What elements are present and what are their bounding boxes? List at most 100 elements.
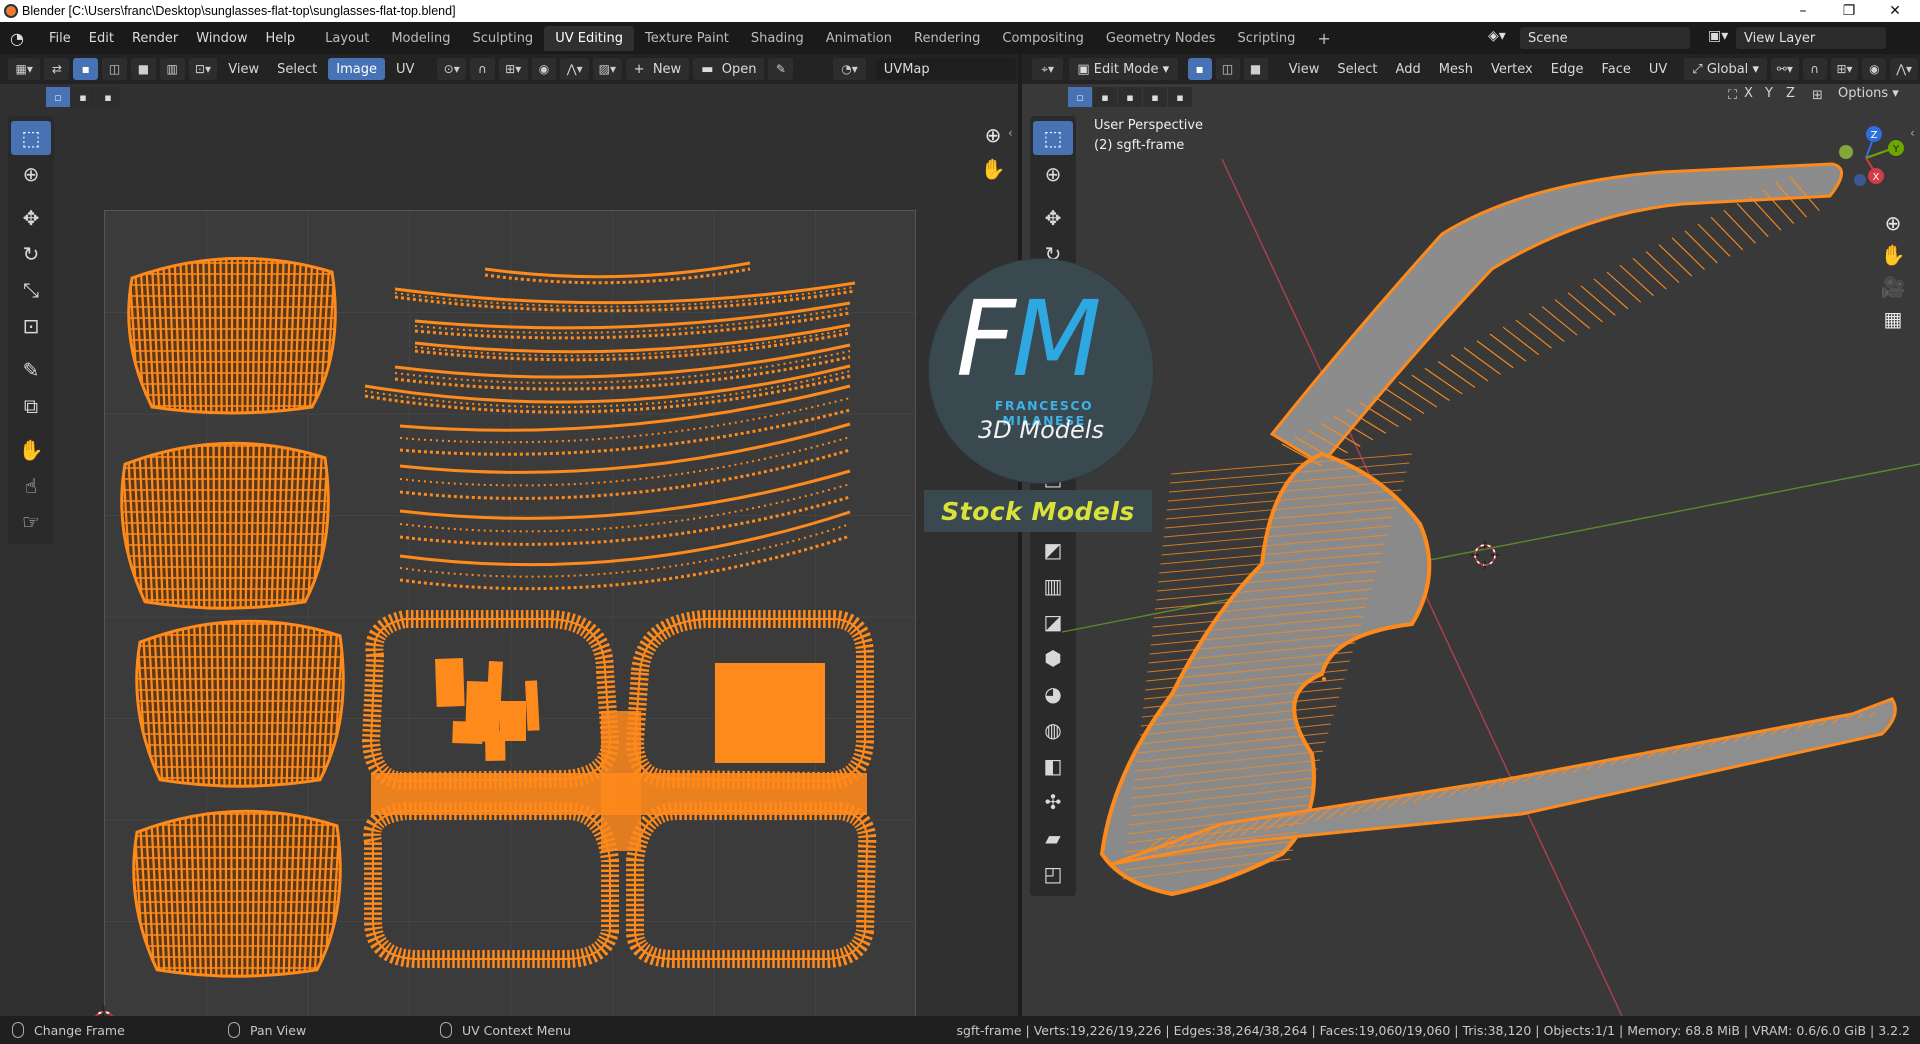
scene-selector[interactable]: Scene — [1520, 27, 1690, 49]
blender-menu-icon[interactable]: ◔ — [10, 28, 40, 48]
sidebar-toggle-icon[interactable]: ‹ — [1008, 126, 1013, 140]
uv-strip — [399, 384, 851, 456]
ortho-grid-icon[interactable]: ▦ — [1878, 304, 1908, 334]
uv-strip — [394, 281, 856, 313]
tab-scripting[interactable]: Scripting — [1227, 26, 1307, 51]
annotate-tool-icon[interactable]: ✎ — [11, 353, 51, 387]
proportional-icon[interactable]: ◉ — [531, 58, 557, 80]
menu-edit[interactable]: Edit — [80, 31, 123, 46]
uv-sub-header: ▫ ▪ ▪ — [0, 84, 1018, 110]
tab-shading[interactable]: Shading — [740, 26, 815, 51]
tab-modeling[interactable]: Modeling — [380, 26, 461, 51]
vp-pan-icon[interactable]: ✋ — [1878, 240, 1908, 270]
scene-statistics: sgft-frame | Verts:19,226/19,226 | Edges… — [956, 1022, 1910, 1038]
island-select-icon[interactable]: ▥ — [159, 58, 185, 80]
scene-name: Scene — [1528, 30, 1568, 46]
3d-cursor-icon[interactable] — [1470, 540, 1500, 570]
minimize-button[interactable]: – — [1780, 0, 1826, 22]
sync-selection-icon[interactable]: ⇄ — [44, 58, 70, 80]
scale-tool-icon[interactable]: ⤡ — [11, 273, 51, 307]
zoom-icon[interactable]: ⊕ — [978, 120, 1008, 150]
snap-icon[interactable]: ∩ — [470, 58, 495, 80]
status-context-menu: UV Context Menu — [440, 1022, 571, 1038]
gizmo-y-label: Y — [1892, 144, 1900, 155]
add-workspace-button[interactable]: + — [1306, 24, 1341, 53]
view-layer-icon[interactable]: ▣▾ — [1708, 28, 1728, 44]
select-subtract-icon[interactable]: ▪ — [96, 87, 120, 107]
edge-select-icon[interactable]: ◫ — [102, 58, 127, 80]
tab-texture-paint[interactable]: Texture Paint — [634, 26, 740, 51]
rip-region-tool-icon[interactable]: ⧉ — [11, 389, 51, 423]
move-tool-icon[interactable]: ✥ — [11, 201, 51, 235]
view-layer-name: View Layer — [1744, 30, 1816, 46]
scene-icon[interactable]: ◈▾ — [1488, 28, 1506, 44]
vp-zoom-icon[interactable]: ⊕ — [1878, 208, 1908, 238]
mouse-middle-icon — [228, 1022, 240, 1038]
new-image-button[interactable]: + New — [625, 58, 690, 80]
tab-layout[interactable]: Layout — [314, 26, 380, 51]
open-image-button[interactable]: ▬ Open — [693, 58, 765, 80]
uvmap-name: UVMap — [883, 61, 930, 77]
vertex-select-icon[interactable]: ▪ — [73, 58, 99, 80]
uv-canvas[interactable] — [104, 210, 917, 1023]
maximize-button[interactable]: ❐ — [1826, 0, 1872, 22]
uv-toolbar: ⬚ ⊕ ✥ ↻ ⤡ ⊡ ✎ ⧉ ✋ ☝ ☞ — [8, 116, 54, 544]
falloff-icon[interactable]: ⋀▾ — [560, 58, 589, 80]
uv-menu-select[interactable]: Select — [268, 62, 326, 77]
pan-hand-icon[interactable]: ✋ — [978, 154, 1008, 184]
sunglasses-mesh — [1099, 162, 1897, 897]
menu-help[interactable]: Help — [257, 31, 305, 46]
select-extend-icon[interactable]: ▪ — [71, 87, 95, 107]
image-browse-icon[interactable]: ▨▾ — [593, 58, 622, 80]
viewport-scene — [1061, 158, 1920, 1016]
view-layer-selector[interactable]: View Layer — [1736, 27, 1886, 49]
uv-strip — [399, 510, 851, 591]
menu-render[interactable]: Render — [123, 31, 187, 46]
tab-compositing[interactable]: Compositing — [991, 26, 1095, 51]
uv-menu-image[interactable]: Image — [328, 58, 385, 80]
uv-menu-view[interactable]: View — [219, 62, 268, 77]
pivot-icon[interactable]: ⊙▾ — [437, 58, 467, 80]
tab-uv-editing[interactable]: UV Editing — [544, 25, 635, 51]
pinch-tool-icon[interactable]: ☞ — [11, 505, 51, 539]
blender-logo-icon — [4, 4, 18, 18]
tab-animation[interactable]: Animation — [815, 26, 903, 51]
status-change-frame: Change Frame — [12, 1022, 228, 1038]
tab-rendering[interactable]: Rendering — [903, 26, 991, 51]
fm-watermark-logo: FM FRANCESCO MILANESE 3D Models Stock Mo… — [924, 258, 1154, 536]
editor-type-icon[interactable]: ▦▾ — [8, 58, 41, 80]
tab-geometry-nodes[interactable]: Geometry Nodes — [1095, 26, 1227, 51]
transform-tool-icon[interactable]: ⊡ — [11, 309, 51, 343]
navigation-gizmo[interactable]: Z Y X — [1834, 118, 1904, 198]
tab-sculpting[interactable]: Sculpting — [461, 26, 544, 51]
3d-viewport[interactable]: ⌖▾ ▣ Edit Mode ▾ ▪ ◫ ■ View Select Add M… — [1022, 54, 1920, 1016]
face-select-icon[interactable]: ■ — [130, 58, 156, 80]
camera-view-icon[interactable]: 🎥 — [1878, 272, 1908, 302]
uv-editor[interactable]: ▦▾ ⇄ ▪ ◫ ■ ▥ ⊡▾ View Select Image UV ⊙▾ … — [0, 54, 1018, 1038]
uv-menu-uv[interactable]: UV — [387, 62, 423, 77]
status-pan-view: Pan View — [228, 1022, 440, 1038]
cursor-tool-icon[interactable]: ⊕ — [11, 157, 51, 191]
menu-file[interactable]: File — [40, 31, 80, 46]
main-menu: File Edit Render Window Help — [40, 22, 304, 54]
vp-sidebar-toggle-icon[interactable]: ‹ — [1910, 126, 1915, 140]
snap-target-icon[interactable]: ⊞▾ — [498, 58, 528, 80]
window-title: Blender [C:\Users\franc\Desktop\sunglass… — [22, 4, 456, 18]
pin-icon[interactable]: ✎ — [768, 58, 794, 80]
select-box-tool-icon[interactable]: ⬚ — [11, 121, 51, 155]
uvmap-selector[interactable]: UVMap — [875, 58, 1016, 80]
status-pan-view-label: Pan View — [250, 1022, 307, 1038]
new-label: New — [652, 61, 682, 77]
rotate-tool-icon[interactable]: ↻ — [11, 237, 51, 271]
menu-window[interactable]: Window — [187, 31, 256, 46]
uv-editor-header: ▦▾ ⇄ ▪ ◫ ■ ▥ ⊡▾ View Select Image UV ⊙▾ … — [0, 54, 1018, 84]
select-new-icon[interactable]: ▫ — [46, 87, 70, 107]
grab-tool-icon[interactable]: ✋ — [11, 433, 51, 467]
relax-tool-icon[interactable]: ☝ — [11, 469, 51, 503]
gizmo-z-label: Z — [1871, 130, 1878, 141]
mouse-left-icon — [12, 1022, 24, 1038]
object-name: (2) sgft-frame — [1094, 138, 1185, 153]
overlay-icon[interactable]: ◔▾ — [833, 58, 866, 80]
close-button[interactable]: ✕ — [1872, 0, 1918, 22]
sticky-select-icon[interactable]: ⊡▾ — [188, 58, 218, 80]
